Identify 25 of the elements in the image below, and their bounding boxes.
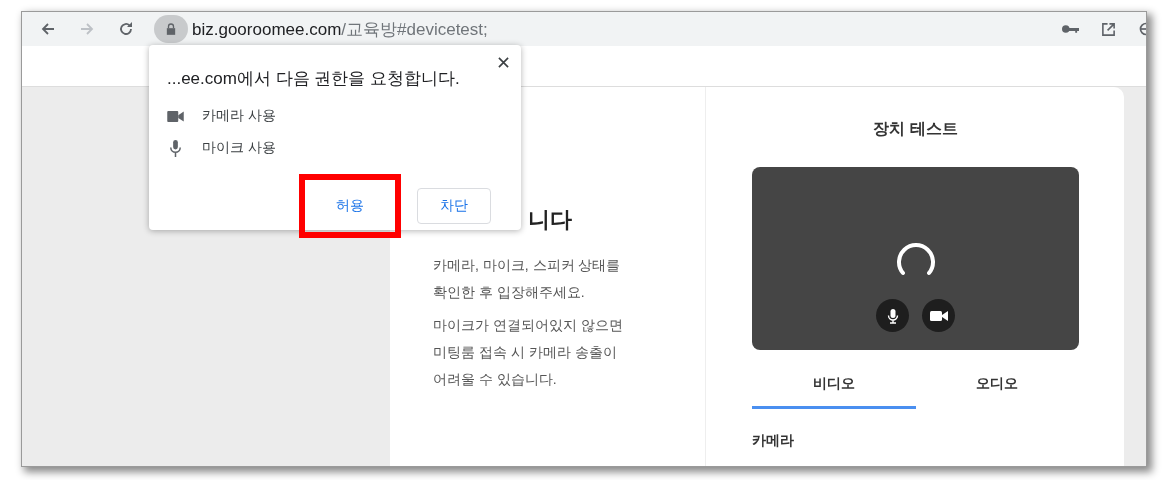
url-text[interactable]: biz.gooroomee.com/교육방#devicetest;	[192, 17, 488, 41]
lock-button[interactable]	[154, 15, 188, 43]
camera-icon	[167, 110, 184, 122]
permission-label: 카메라 사용	[202, 107, 276, 125]
permission-label: 마이크 사용	[202, 139, 276, 157]
lock-icon	[166, 23, 176, 35]
zoom-out-icon[interactable]	[1138, 21, 1146, 37]
video-camera-icon	[929, 309, 948, 322]
close-icon[interactable]	[498, 57, 509, 68]
camera-button[interactable]	[922, 299, 955, 332]
intro-paragraph: 마이크가 연결되어있지 않으면 미팅룸 접속 시 카메라 송출이 어려울 수 있습니다.	[433, 316, 624, 389]
intro-heading: 니다	[528, 206, 573, 234]
open-external-icon[interactable]	[1101, 21, 1116, 37]
key-icon[interactable]	[1062, 24, 1079, 34]
microphone-icon	[167, 139, 184, 157]
reload-icon[interactable]	[118, 21, 134, 37]
tab[interactable]: 비디오	[752, 367, 916, 409]
device-test-title: 장치 테스트	[872, 119, 959, 139]
tab[interactable]: 오디오	[915, 367, 1079, 409]
popup-title: ...ee.com에서 다음 권한을 요청합니다.	[167, 68, 461, 90]
back-icon[interactable]	[40, 21, 56, 37]
intro-paragraph: 카메라, 마이크, 스피커 상태를 확인한 후 입장해주세요.	[433, 256, 622, 302]
permission-button[interactable]: 차단	[417, 188, 491, 224]
microphone-button[interactable]	[876, 299, 909, 332]
section-label: 카메라	[752, 432, 795, 450]
